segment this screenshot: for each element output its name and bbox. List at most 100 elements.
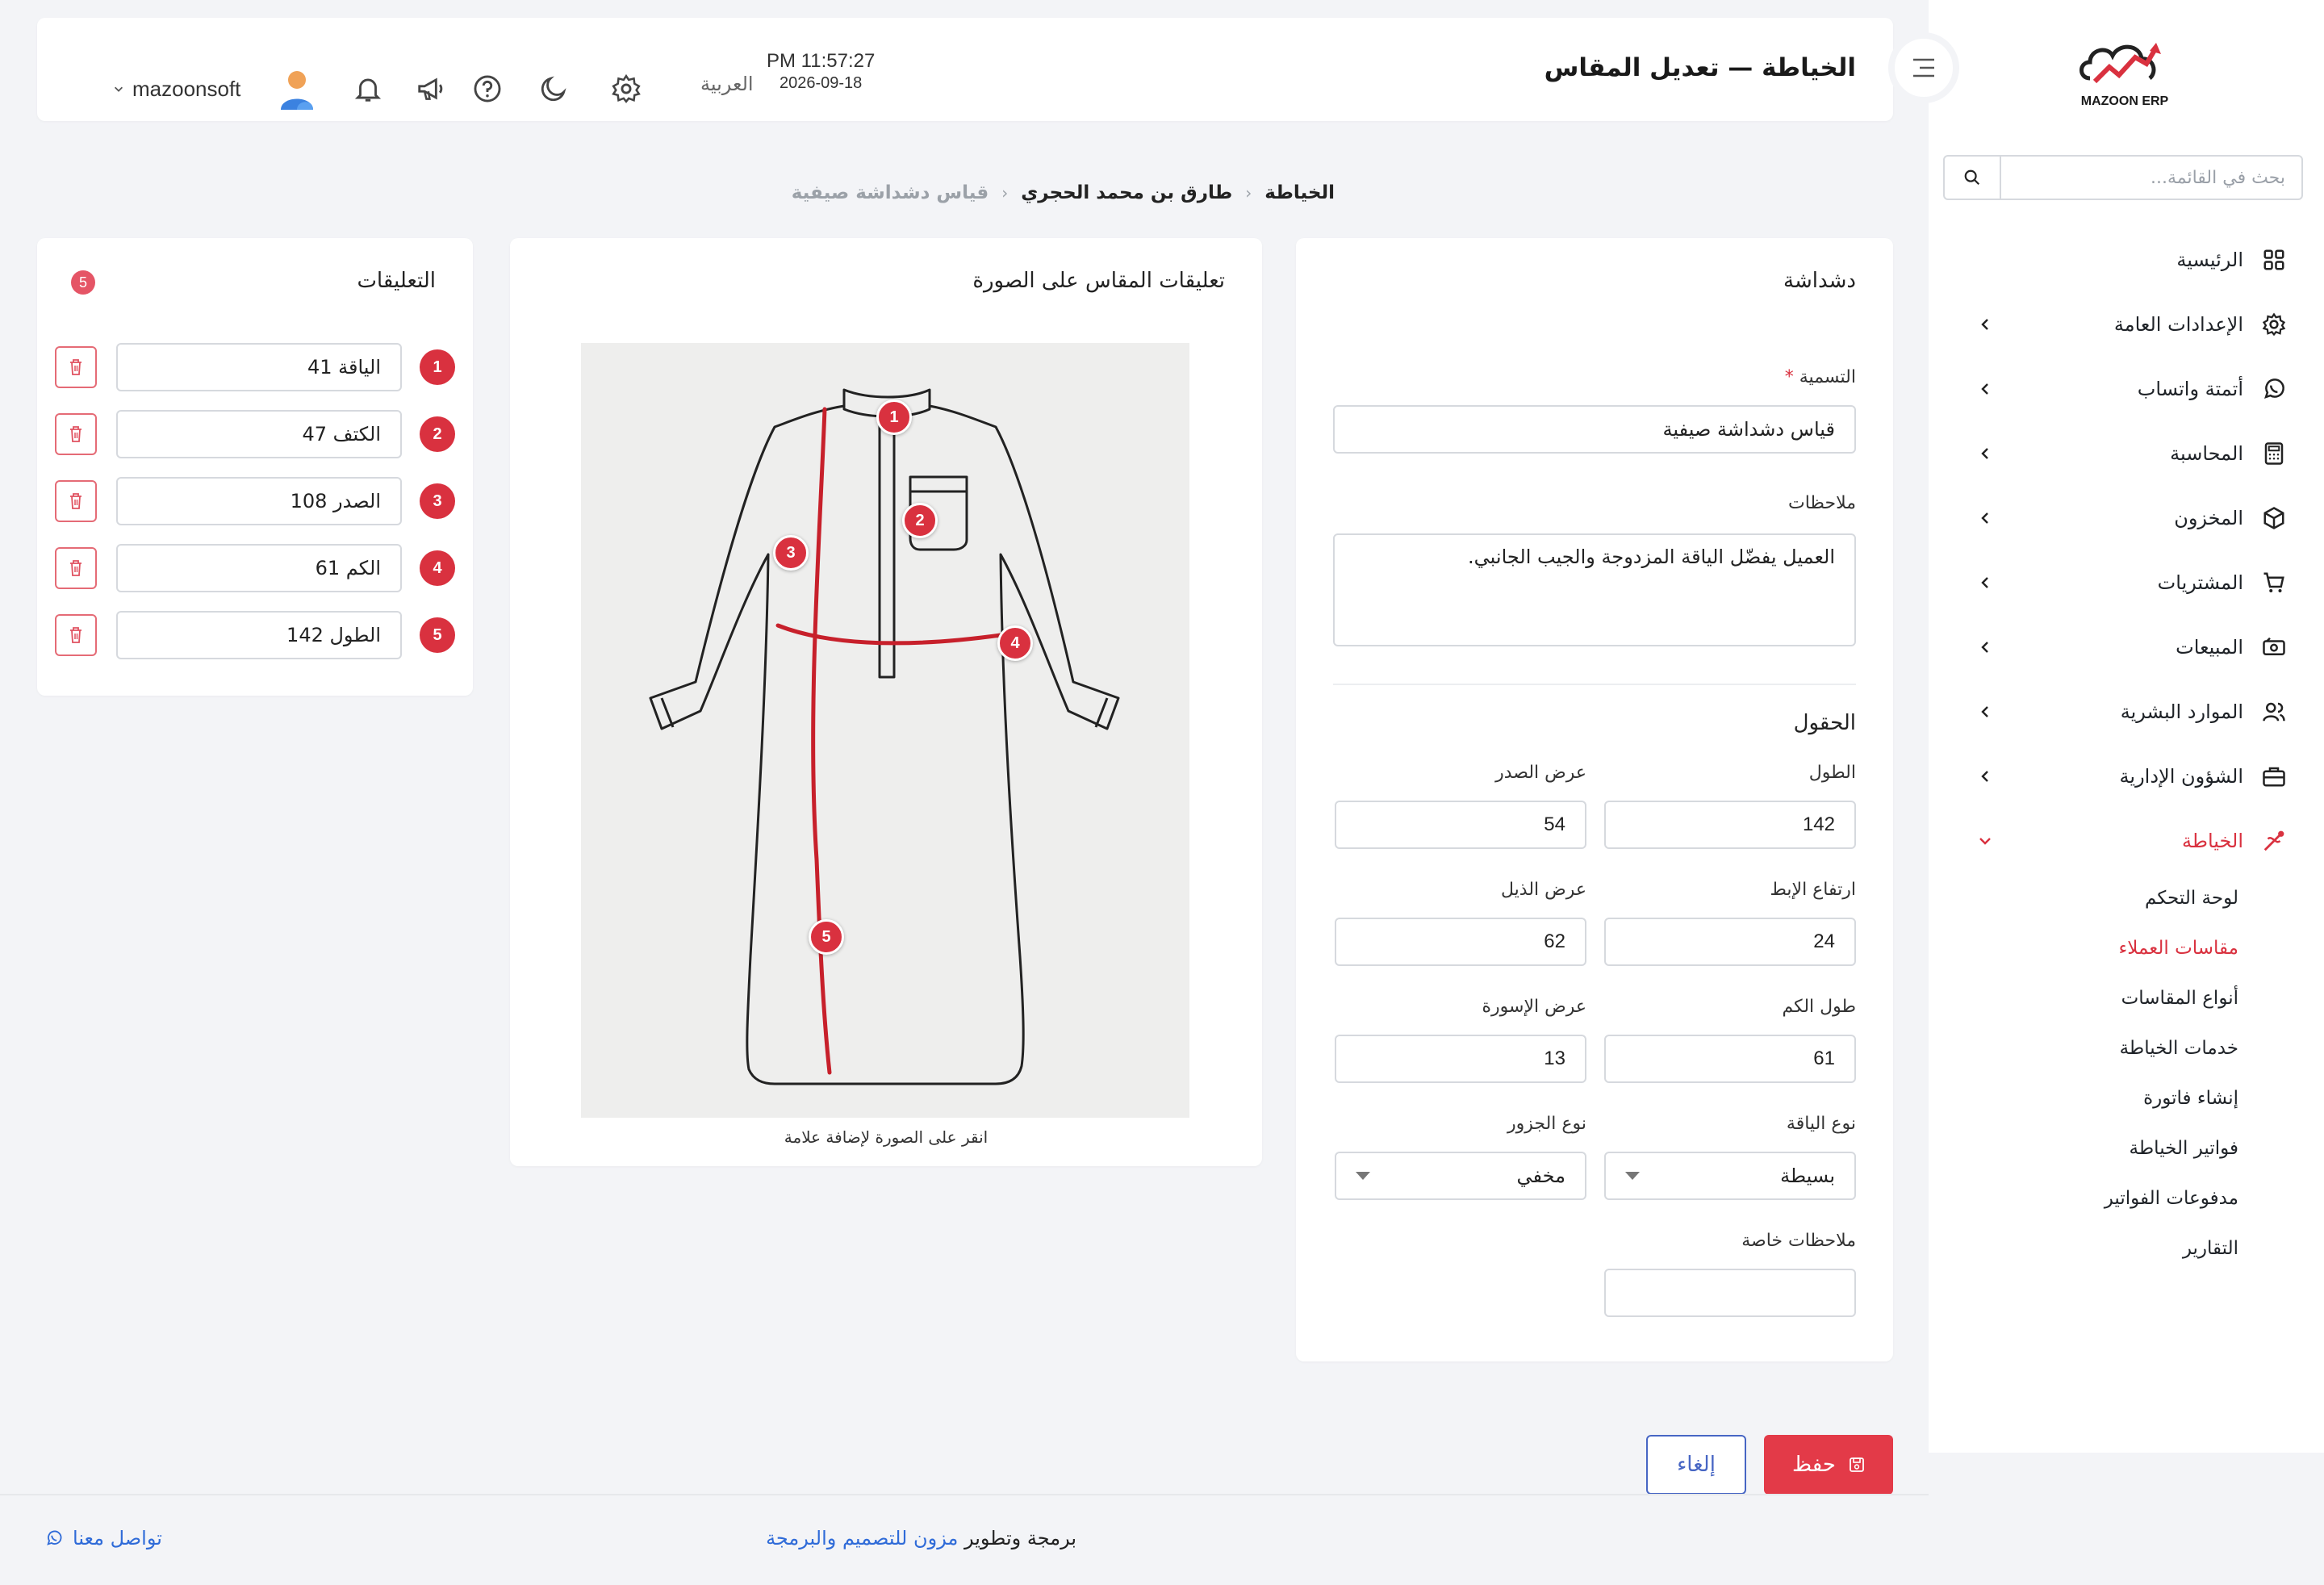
submenu-item-tailoring-invoices[interactable]: فواتير الخياطة xyxy=(1929,1123,2238,1173)
image-card-title: تعليقات المقاس على الصورة xyxy=(972,269,1225,293)
breadcrumb: الخياطة ‹ طارق بن محمد الحجري ‹ قياس دشد… xyxy=(792,182,1335,203)
delete-comment-button[interactable] xyxy=(55,346,97,388)
garment-image[interactable]: 1 2 3 4 5 xyxy=(581,343,1189,1118)
sidebar-item-whatsapp[interactable]: أتمتة واتساب xyxy=(1929,357,2324,421)
comment-number: 2 xyxy=(420,416,455,452)
sidebar: MAZOON ERP الرئيسية الإعدادات العامة أتم… xyxy=(1929,0,2324,1453)
sidebar-item-tailoring[interactable]: الخياطة xyxy=(1929,809,2324,873)
sidebar-item-inventory[interactable]: المخزون xyxy=(1929,486,2324,550)
delete-comment-button[interactable] xyxy=(55,614,97,656)
comment-number: 3 xyxy=(420,483,455,519)
cuff-input[interactable] xyxy=(1335,1035,1586,1083)
submenu-item-reports[interactable]: التقارير xyxy=(1929,1223,2238,1273)
name-label-text: التسمية xyxy=(1799,367,1856,387)
sidebar-item-home[interactable]: الرئيسية xyxy=(1929,228,2324,292)
submenu-item-create-invoice[interactable]: إنشاء فاتورة xyxy=(1929,1073,2238,1123)
submenu-item-dashboard[interactable]: لوحة التحكم xyxy=(1929,873,2238,923)
cloud-chart-icon xyxy=(2079,43,2161,84)
cart-icon xyxy=(2259,568,2288,597)
pocket-type-label: نوع الجزور xyxy=(1507,1114,1586,1134)
user-menu[interactable]: mazoonsoft xyxy=(113,68,318,110)
comment-input[interactable] xyxy=(116,544,402,592)
top-header: الخياطة — تعديل المقاس PM 11:57:27 2026-… xyxy=(37,18,1893,121)
sidebar-item-admin[interactable]: الشؤون الإدارية xyxy=(1929,744,2324,809)
gear-icon xyxy=(2259,310,2288,339)
marker-1[interactable]: 1 xyxy=(876,399,912,435)
trash-icon xyxy=(70,426,82,442)
cancel-button[interactable]: إلغاء xyxy=(1646,1435,1746,1495)
caret-down-icon xyxy=(1625,1172,1640,1180)
chevron-left-icon xyxy=(1974,313,1996,336)
comment-input[interactable] xyxy=(116,611,402,659)
notes-textarea[interactable]: العميل يفضّل الياقة المزدوجة والجيب الجا… xyxy=(1333,533,1856,646)
marker-3[interactable]: 3 xyxy=(773,535,809,571)
comment-row: 4 xyxy=(55,542,455,594)
marker-5[interactable]: 5 xyxy=(809,919,844,955)
help-button[interactable] xyxy=(470,71,505,107)
trash-icon xyxy=(70,359,82,375)
submenu-item-customer-measurements[interactable]: مقاسات العملاء xyxy=(1929,923,2238,973)
submenu-item-invoice-payments[interactable]: مدفوعات الفواتير xyxy=(1929,1173,2238,1223)
sidebar-nav: الرئيسية الإعدادات العامة أتمتة واتساب ا… xyxy=(1929,228,2324,1273)
clock-time: PM 11:57:27 xyxy=(767,50,876,72)
delete-comment-button[interactable] xyxy=(55,480,97,522)
announcements-button[interactable] xyxy=(413,71,449,107)
sidebar-toggle-button[interactable] xyxy=(1888,32,1959,103)
contact-us-link[interactable]: تواصل معنا xyxy=(45,1527,162,1549)
comment-row: 3 xyxy=(55,475,455,527)
moon-icon xyxy=(541,76,566,102)
needle-thread-icon xyxy=(2259,826,2288,855)
username: mazoonsoft xyxy=(132,76,241,101)
save-button[interactable]: حفظ xyxy=(1764,1435,1893,1495)
armpit-input[interactable] xyxy=(1604,918,1856,966)
sidebar-item-purchases[interactable]: المشتريات xyxy=(1929,550,2324,615)
comment-input[interactable] xyxy=(116,477,402,525)
submenu-item-measurement-types[interactable]: أنواع المقاسات xyxy=(1929,973,2238,1023)
special-notes-input[interactable] xyxy=(1604,1269,1856,1317)
sidebar-item-label: الرئيسية xyxy=(2176,249,2243,271)
comment-input[interactable] xyxy=(116,410,402,458)
chevron-down-icon xyxy=(1974,830,1996,852)
sidebar-item-accounting[interactable]: المحاسبة xyxy=(1929,421,2324,486)
comment-row: 5 xyxy=(55,609,455,661)
name-input[interactable] xyxy=(1333,405,1856,454)
sidebar-item-settings[interactable]: الإعدادات العامة xyxy=(1929,292,2324,357)
calculator-icon xyxy=(2259,439,2288,468)
sleeve-input[interactable] xyxy=(1604,1035,1856,1083)
logo-area: MAZOON ERP xyxy=(1929,0,2324,145)
sidebar-item-label: الإعدادات العامة xyxy=(2113,313,2243,336)
breadcrumb-customer[interactable]: طارق بن محمد الحجري xyxy=(1021,182,1232,203)
pocket-type-select[interactable]: مخفي xyxy=(1335,1152,1586,1200)
settings-button[interactable] xyxy=(608,71,644,107)
breadcrumb-current: قياس دشداشة صيفية xyxy=(791,182,989,203)
submenu-item-tailoring-services[interactable]: خدمات الخياطة xyxy=(1929,1023,2238,1073)
notifications-button[interactable] xyxy=(350,71,386,107)
page-title: الخياطة — تعديل المقاس xyxy=(1544,53,1856,82)
comments-card-title: التعليقات xyxy=(357,269,436,293)
delete-comment-button[interactable] xyxy=(55,547,97,589)
breadcrumb-tailoring[interactable]: الخياطة xyxy=(1264,182,1335,203)
gear-icon xyxy=(612,73,641,103)
clock: PM 11:57:27 2026-09-18 xyxy=(767,50,875,93)
delete-comment-button[interactable] xyxy=(55,413,97,455)
search-button[interactable] xyxy=(1945,157,2001,199)
chest-input[interactable] xyxy=(1335,801,1586,849)
collar-type-select[interactable]: بسيطة xyxy=(1604,1152,1856,1200)
mazoon-logo[interactable]: MAZOON ERP xyxy=(2072,36,2177,109)
language-switch[interactable]: العربية xyxy=(700,73,754,95)
sidebar-item-hr[interactable]: الموارد البشرية xyxy=(1929,680,2324,744)
footer-credit: برمجة وتطوير مزون للتصميم والبرمجة xyxy=(766,1527,1076,1549)
name-label: التسمية * xyxy=(1785,367,1856,387)
marker-4[interactable]: 4 xyxy=(997,625,1033,661)
box-icon xyxy=(2259,504,2288,533)
sidebar-search-input[interactable] xyxy=(2001,157,2301,199)
footer-divider xyxy=(0,1494,1929,1495)
length-input[interactable] xyxy=(1604,801,1856,849)
marker-2[interactable]: 2 xyxy=(902,503,938,538)
dark-mode-button[interactable] xyxy=(536,71,571,107)
length-label: الطول xyxy=(1808,763,1856,783)
sidebar-item-sales[interactable]: المبيعات xyxy=(1929,615,2324,680)
hem-input[interactable] xyxy=(1335,918,1586,966)
comment-input[interactable] xyxy=(116,343,402,391)
footer-company-link[interactable]: مزون للتصميم والبرمجة xyxy=(766,1527,958,1549)
